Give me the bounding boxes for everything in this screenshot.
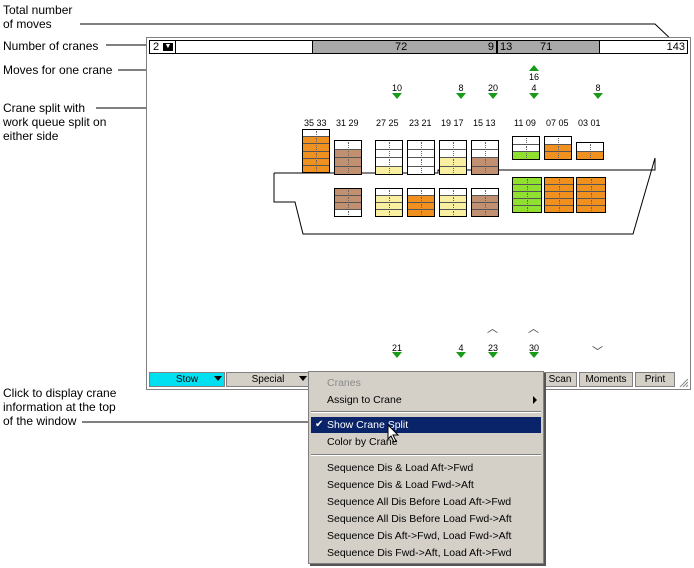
- crane-count-value: 2: [153, 41, 160, 53]
- chevron-down-icon: ▼: [163, 43, 173, 51]
- menu-separator: [311, 454, 541, 456]
- deck-stack[interactable]: [471, 140, 499, 175]
- bay-label: 27 25: [376, 118, 399, 128]
- hold-stack[interactable]: [544, 177, 574, 213]
- hold-stack[interactable]: [471, 188, 499, 217]
- deck-stack[interactable]: [544, 136, 572, 160]
- menu-item-sequence-5[interactable]: Sequence Dis Aft->Fwd, Load Fwd->Aft: [311, 528, 541, 544]
- menu-item-assign-to-crane[interactable]: Assign to Crane: [311, 392, 541, 408]
- crane-1-split-count: 9: [487, 41, 494, 53]
- hold-stack[interactable]: [334, 188, 362, 217]
- menu-item-label: Assign to Crane: [327, 394, 402, 406]
- print-button[interactable]: Print: [635, 372, 675, 387]
- discharge-arrow-icon: [488, 93, 498, 99]
- bay-label: 23 21: [409, 118, 432, 128]
- menu-item-color-by-crane[interactable]: Color by Crane: [311, 434, 541, 450]
- crane-split-bar: 2 ▼ 72 9 13 71 143: [149, 40, 688, 54]
- crane-context-menu: Cranes Assign to Crane ✔ Show Crane Spli…: [308, 371, 544, 564]
- move-count-top: 8: [595, 83, 601, 93]
- deck-stack[interactable]: [302, 129, 330, 173]
- stow-plan-window: 2 ▼ 72 9 13 71 143 10 8 20 16 4 8 35 33 …: [146, 37, 691, 390]
- checkmark-icon: ✔: [315, 419, 324, 430]
- hold-stack[interactable]: [576, 177, 606, 213]
- menu-item-show-crane-split[interactable]: ✔ Show Crane Split: [311, 417, 541, 433]
- deck-stack[interactable]: [512, 136, 540, 160]
- deck-stack[interactable]: [375, 140, 403, 175]
- discharge-arrow-icon: [488, 352, 498, 358]
- menu-item-sequence-1[interactable]: Sequence Dis & Load Aft->Fwd: [311, 460, 541, 476]
- annotation-crane-split: Crane split with work queue split on eit…: [3, 101, 107, 143]
- move-count-top: 8: [458, 83, 464, 93]
- hold-stack[interactable]: [512, 177, 542, 213]
- resize-grip-icon[interactable]: [678, 377, 689, 388]
- move-count-top: 16: [528, 72, 539, 82]
- annotation-click-display: Click to display crane information at th…: [3, 386, 117, 428]
- menu-item-sequence-2[interactable]: Sequence Dis & Load Fwd->Aft: [311, 477, 541, 493]
- menu-header-cranes: Cranes: [327, 377, 361, 389]
- chevron-down-icon: [214, 376, 222, 381]
- crane-2-segment[interactable]: 13 71: [496, 41, 600, 53]
- special-label: Special: [251, 374, 285, 385]
- stow-dropdown-button[interactable]: Stow: [149, 372, 225, 387]
- bay-label: 31 29: [336, 118, 359, 128]
- crane-2-moves: 71: [540, 41, 553, 53]
- discharge-arrow-icon: [529, 352, 539, 358]
- discharge-arrow-icon: [456, 93, 466, 99]
- discharge-arrow-icon: [456, 352, 466, 358]
- scan-button[interactable]: Scan: [543, 372, 577, 387]
- annotation-total-moves: Total number of moves: [3, 3, 73, 31]
- submenu-arrow-icon: [533, 396, 537, 404]
- discharge-arrow-icon: [593, 93, 603, 99]
- discharge-arrow-icon: [392, 352, 402, 358]
- menu-separator: [311, 411, 541, 413]
- annotation-moves-one-crane: Moves for one crane: [3, 63, 113, 77]
- deck-stack[interactable]: [576, 142, 604, 160]
- hold-stack[interactable]: [375, 188, 403, 217]
- bay-label: 35 33: [304, 118, 327, 128]
- special-dropdown-button[interactable]: Special: [226, 372, 310, 387]
- crane-1-segment[interactable]: 72 9: [312, 41, 496, 53]
- deck-stack[interactable]: [334, 140, 362, 175]
- total-moves: 143: [666, 41, 685, 53]
- annotation-number-of-cranes: Number of cranes: [3, 39, 99, 53]
- move-count-top: 10: [391, 83, 402, 93]
- bay-label: 07 05: [546, 118, 569, 128]
- deck-stack[interactable]: [439, 140, 467, 175]
- menu-item-sequence-6[interactable]: Sequence Dis Fwd->Aft, Load Aft->Fwd: [311, 545, 541, 561]
- move-count-top: 4: [531, 83, 537, 93]
- chevron-up-icon[interactable]: ︿: [528, 324, 539, 335]
- menu-item-sequence-4[interactable]: Sequence All Dis Before Load Fwd->Aft: [311, 511, 541, 527]
- deck-stack[interactable]: [407, 140, 435, 175]
- chevron-down-icon[interactable]: ﹀: [592, 347, 603, 358]
- hold-stack[interactable]: [439, 188, 467, 217]
- stow-label: Stow: [175, 374, 199, 385]
- crane-count-dropdown[interactable]: 2 ▼: [150, 41, 176, 53]
- bay-label: 19 17: [441, 118, 464, 128]
- moments-button[interactable]: Moments: [579, 372, 633, 387]
- bay-label: 03 01: [578, 118, 601, 128]
- menu-item-sequence-3[interactable]: Sequence All Dis Before Load Aft->Fwd: [311, 494, 541, 510]
- hold-stack[interactable]: [407, 188, 435, 217]
- discharge-arrow-icon: [529, 93, 539, 99]
- mouse-cursor-icon: [387, 424, 400, 443]
- move-count-top: 20: [487, 83, 498, 93]
- crane-2-split-count: 13: [500, 41, 513, 53]
- discharge-arrow-icon: [392, 93, 402, 99]
- bay-label: 11 09: [514, 118, 536, 128]
- load-arrow-icon: [529, 65, 539, 71]
- chevron-down-icon: [299, 376, 307, 381]
- chevron-up-icon[interactable]: ︿: [487, 324, 498, 335]
- bay-label: 15 13: [473, 118, 496, 128]
- crane-1-moves: 72: [395, 41, 408, 53]
